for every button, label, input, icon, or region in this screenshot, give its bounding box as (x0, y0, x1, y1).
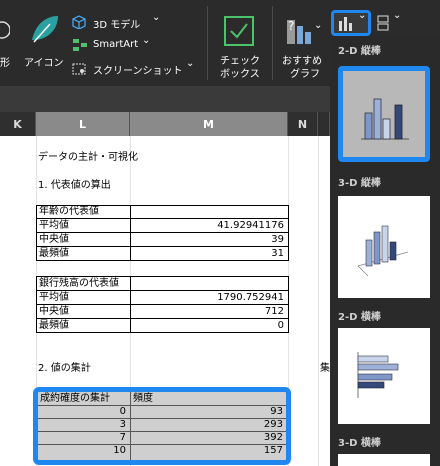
screenshot-icon (72, 63, 86, 75)
cube-icon (72, 15, 86, 29)
column-header-l[interactable]: L (36, 112, 130, 136)
chevron-down-icon: ⌄ (142, 35, 151, 46)
3d-column-thumbnail (357, 225, 409, 277)
clustered-column-option[interactable] (338, 66, 430, 162)
svg-text:?: ? (288, 19, 294, 33)
recommended-chart-icon: ? (287, 19, 311, 44)
icons-label: アイコン (24, 58, 64, 69)
bar-chart-icon (377, 15, 389, 31)
truncated-cell-text: 集 (320, 363, 330, 374)
other-chart-button[interactable]: ⌄ (376, 10, 410, 34)
3d-column-option[interactable] (338, 196, 430, 298)
bank-mean-value: 1790.752941 (217, 292, 284, 303)
column-label: L (78, 117, 86, 131)
bank-mean-label: 平均値 (39, 292, 69, 303)
age-mode-value: 31 (271, 248, 284, 259)
icons-button[interactable]: アイコン (22, 6, 64, 70)
section-3d-bar: 3-D 横棒 (338, 438, 381, 449)
checkbox-icon (224, 16, 254, 46)
section-2d-bar: 2-D 横棒 (338, 312, 381, 323)
screenshot-button[interactable]: スクリーンショット ⌄ (72, 58, 200, 78)
smartart-label: SmartArt (93, 39, 139, 50)
shapes-icon (0, 21, 10, 39)
bank-mode-label: 最頻値 (39, 320, 69, 331)
clustered-bar-thumbnail (357, 352, 399, 398)
column-chart-button[interactable]: ⌄ (331, 10, 371, 36)
chart-type-dropdown: 2-D 縦棒 3-D 縦棒 2-D 横棒 3-D 横棒 (330, 36, 440, 466)
recommended-charts-button[interactable]: ? ⌄ おすすめ グラフ (280, 12, 328, 80)
chevron-down-icon: ⌄ (393, 10, 402, 21)
column-header-k[interactable]: K (0, 112, 36, 136)
shapes-label: 形 (0, 58, 10, 69)
sheet-title: データの主計・可視化 (38, 152, 138, 163)
column-header-m[interactable]: M (130, 112, 288, 136)
clustered-column-thumbnail (361, 98, 409, 140)
age-median-value: 39 (271, 234, 284, 245)
checkbox-label-line2: ボックス (220, 69, 260, 80)
smartart-button[interactable]: SmartArt ⌄ (72, 35, 182, 55)
section-heading-2: 2. 値の集計 (38, 363, 91, 374)
column-chart-icon (339, 17, 352, 31)
age-mode-label: 最頻値 (39, 248, 69, 259)
section-3d-column: 3-D 縦棒 (338, 178, 381, 189)
age-median-label: 中央値 (39, 234, 69, 245)
3d-model-label: 3D モデル (93, 20, 141, 31)
gridline (318, 136, 319, 466)
section-2d-column: 2-D 縦棒 (338, 46, 381, 57)
column-label: K (13, 117, 22, 131)
bank-table-header: 銀行残高の代表値 (39, 278, 119, 289)
column-label: M (203, 117, 214, 131)
recommended-label-line2: グラフ (290, 69, 320, 80)
ribbon-separator (207, 6, 208, 80)
screenshot-label: スクリーンショット (93, 66, 183, 77)
3d-model-button[interactable]: 3D モデル ⌄ (72, 12, 182, 32)
age-mean-label: 平均値 (39, 220, 69, 231)
chevron-down-icon: ⌄ (152, 12, 161, 23)
selection-highlight (33, 387, 291, 465)
section-heading-1: 1. 代表値の算出 (38, 180, 111, 191)
bank-mode-value: 0 (277, 320, 284, 331)
chevron-down-icon: ⌄ (314, 20, 323, 31)
leaf-icon (32, 16, 58, 43)
bank-median-value: 712 (264, 306, 284, 317)
column-header-partial[interactable] (318, 112, 330, 136)
3d-bar-option[interactable] (338, 454, 430, 466)
column-label: N (297, 117, 308, 131)
checkbox-button[interactable]: チェック ボックス (214, 12, 266, 80)
column-header-n[interactable]: N (288, 112, 318, 136)
chevron-down-icon: ⌄ (358, 10, 367, 21)
chevron-down-icon: ⌄ (186, 58, 195, 69)
ribbon-separator (272, 6, 273, 80)
smartart-icon (73, 39, 87, 51)
clustered-bar-option[interactable] (338, 328, 430, 424)
shapes-button[interactable]: 形 (0, 10, 22, 70)
age-mean-value: 41.92941176 (217, 220, 284, 231)
bank-median-label: 中央値 (39, 306, 69, 317)
age-table-header: 年齢の代表値 (39, 206, 99, 217)
